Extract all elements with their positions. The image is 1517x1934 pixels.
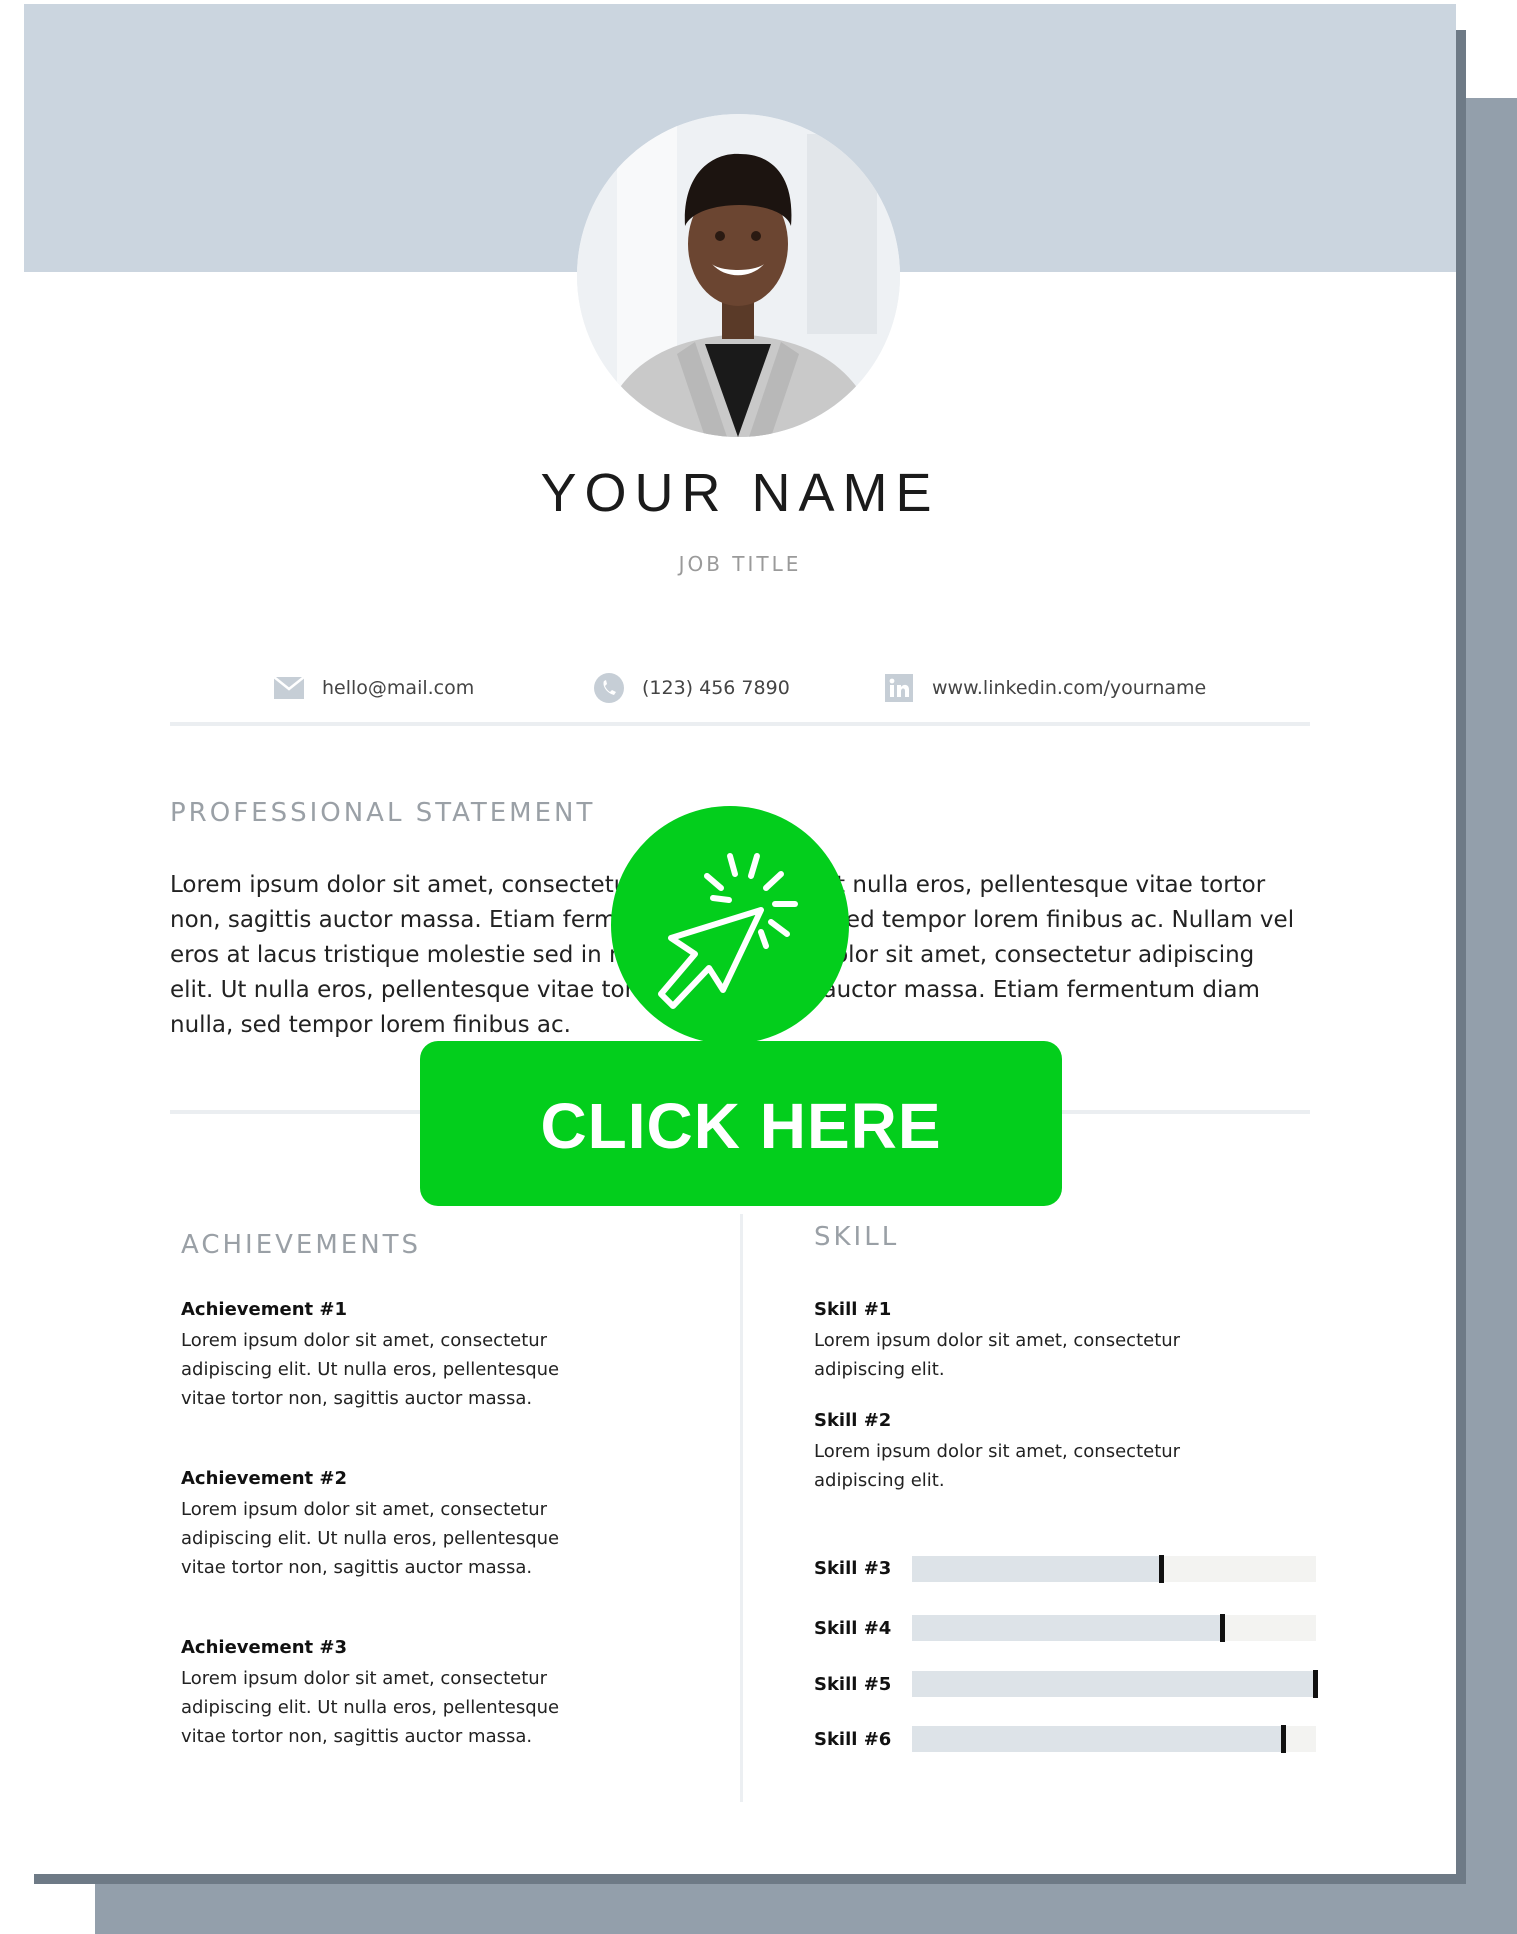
skill-line: adipiscing elit. (814, 1470, 945, 1491)
skill-5-label: Skill #5 (814, 1674, 892, 1695)
profile-photo (577, 114, 900, 437)
skill-bar-fill (912, 1556, 1163, 1582)
click-here-button[interactable]: CLICK HERE (420, 1041, 1062, 1206)
person-portrait-icon (577, 114, 900, 437)
skill-line: Lorem ipsum dolor sit amet, consectetur (814, 1330, 1181, 1351)
skill-4-label: Skill #4 (814, 1618, 892, 1639)
contact-phone: (123) 456 7890 (594, 672, 790, 704)
skill-line: Lorem ipsum dolor sit amet, consectetur (814, 1441, 1181, 1462)
resume-job-title: JOB TITLE (678, 552, 802, 576)
skill-4-bar (912, 1614, 1316, 1642)
linkedin-text: www.linkedin.com/yourname (932, 677, 1207, 699)
achievement-line: Lorem ipsum dolor sit amet, consectetur (181, 1668, 548, 1689)
achievement-line: vitae tortor non, sagittis auctor massa. (181, 1388, 533, 1409)
skill-bar-marker (1313, 1670, 1318, 1698)
contact-divider (170, 722, 1310, 726)
skill-6-label: Skill #6 (814, 1729, 892, 1750)
column-divider (740, 1214, 743, 1802)
skill-bar-fill (912, 1671, 1316, 1697)
achievement-line: adipiscing elit. Ut nulla eros, pellente… (181, 1528, 560, 1549)
achievement-line: adipiscing elit. Ut nulla eros, pellente… (181, 1697, 560, 1718)
skill-line: adipiscing elit. (814, 1359, 945, 1380)
achievements-title: ACHIEVEMENTS (181, 1230, 422, 1260)
skill-bar-marker (1280, 1725, 1286, 1753)
achievement-1-title: Achievement #1 (181, 1299, 347, 1320)
skill-2-title: Skill #2 (814, 1410, 892, 1431)
cursor-click-icon (658, 853, 798, 1009)
skills-title: SKILL (814, 1222, 900, 1252)
linkedin-icon (884, 673, 914, 703)
achievement-line: vitae tortor non, sagittis auctor massa. (181, 1557, 533, 1578)
achievement-2-text: Lorem ipsum dolor sit amet, consectetur … (181, 1495, 559, 1582)
statement-title: PROFESSIONAL STATEMENT (170, 798, 596, 828)
achievement-line: vitae tortor non, sagittis auctor massa. (181, 1726, 533, 1747)
achievement-line: Lorem ipsum dolor sit amet, consectetur (181, 1499, 548, 1520)
phone-icon (594, 673, 624, 703)
skill-bar-fill (912, 1615, 1224, 1641)
phone-text: (123) 456 7890 (642, 677, 790, 699)
cta-badge[interactable] (611, 806, 849, 1044)
achievement-1-text: Lorem ipsum dolor sit amet, consectetur … (181, 1326, 559, 1413)
envelope-icon (274, 673, 304, 703)
skill-5-bar (912, 1670, 1318, 1698)
achievement-3-text: Lorem ipsum dolor sit amet, consectetur … (181, 1664, 559, 1751)
contact-linkedin: www.linkedin.com/yourname (884, 672, 1206, 704)
email-text: hello@mail.com (322, 677, 475, 699)
resume-name: YOUR NAME (540, 463, 940, 523)
achievement-3-title: Achievement #3 (181, 1637, 347, 1658)
skill-1-text: Lorem ipsum dolor sit amet, consectetur … (814, 1326, 1180, 1384)
skill-3-label: Skill #3 (814, 1558, 892, 1579)
skill-2-text: Lorem ipsum dolor sit amet, consectetur … (814, 1437, 1180, 1495)
skill-6-bar (912, 1725, 1316, 1753)
skill-bar-fill (912, 1726, 1284, 1752)
click-here-label: CLICK HERE (540, 1090, 942, 1162)
skill-bar-marker (1159, 1555, 1165, 1583)
achievement-2-title: Achievement #2 (181, 1468, 347, 1489)
achievement-line: Lorem ipsum dolor sit amet, consectetur (181, 1330, 548, 1351)
skill-bar-marker (1220, 1614, 1226, 1642)
skill-3-bar (912, 1555, 1316, 1583)
skill-1-title: Skill #1 (814, 1299, 892, 1320)
contact-email: hello@mail.com (274, 672, 474, 704)
achievement-line: adipiscing elit. Ut nulla eros, pellente… (181, 1359, 560, 1380)
